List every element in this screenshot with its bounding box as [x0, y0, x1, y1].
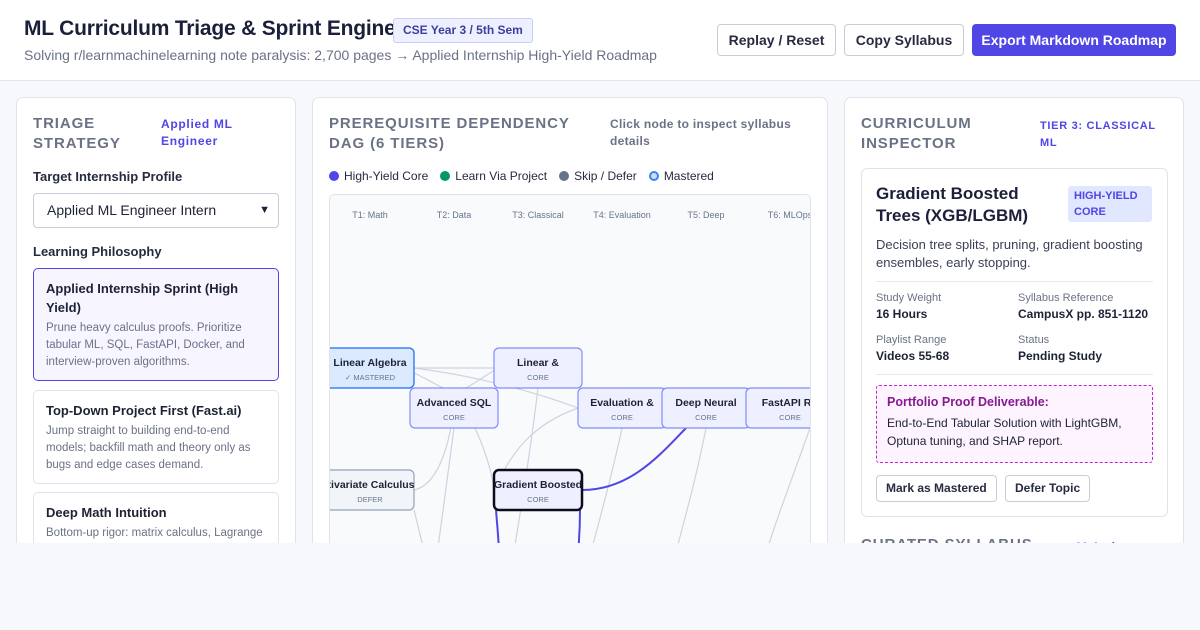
profile-tag: Applied ML Engineer — [161, 117, 233, 148]
legend-item-project: Learn Via Project — [440, 169, 547, 183]
node-advanced-sql[interactable]: Advanced SQL CORE — [409, 387, 499, 429]
node-status: CORE — [779, 413, 801, 422]
node-evaluation[interactable]: Evaluation & CORE — [577, 387, 667, 429]
philosophy-title: Top-Down Project First (Fast.ai) — [46, 403, 242, 418]
philosophy-label: Learning Philosophy — [33, 244, 162, 259]
core-dot-icon — [329, 171, 339, 181]
study-weight-label: Study Weight — [876, 292, 942, 304]
node-multivariate-calculus[interactable]: Multivariate Calculus DEFER — [330, 469, 415, 511]
edge — [589, 427, 623, 556]
tier-label: T1: Math — [352, 210, 388, 220]
profile-select-value: Applied ML Engineer Intern — [47, 202, 217, 218]
edge — [764, 427, 810, 556]
node-label: Evaluation & — [590, 397, 654, 409]
node-status: CORE — [611, 413, 633, 422]
node-label: Advanced SQL — [417, 397, 492, 409]
node-status: CORE — [695, 413, 717, 422]
legend-label: Learn Via Project — [455, 169, 548, 183]
node-gradient-boosted-selected[interactable]: Gradient Boosted CORE — [492, 468, 584, 512]
philosophy-desc: Prune heavy calculus proofs. Prioritize … — [46, 322, 245, 368]
node-label: Linear Algebra — [333, 357, 406, 369]
edge — [436, 427, 455, 556]
portfolio-deliverable: Portfolio Proof Deliverable: End-to-End … — [876, 385, 1153, 463]
tier-label: T6: MLOps — [768, 210, 811, 220]
node-status: CORE — [443, 413, 465, 422]
study-weight-value: 16 Hours — [876, 307, 928, 321]
philosophy-title: Deep Math Intuition — [46, 505, 167, 520]
legend-label: Skip / Defer — [574, 169, 637, 183]
node-label: FastAPI RE — [762, 397, 811, 409]
tier-label: T5: Deep — [687, 210, 724, 220]
node-linear-logistic[interactable]: Linear & CORE — [493, 347, 583, 389]
syllabus-ref-label: Syllabus Reference — [1018, 292, 1114, 304]
syllabus-ref-value: CampusX pp. 851-1120 — [1018, 307, 1149, 321]
philosophy-card-topdown[interactable]: Top-Down Project First (Fast.ai) Jump st… — [33, 390, 279, 484]
legend-item-core: High-Yield Core — [329, 169, 428, 183]
high-yield-badge: HIGH-YIELD CORE — [1068, 186, 1152, 222]
inspector-panel-title: CURRICULUM INSPECTOR — [861, 115, 972, 152]
chevron-down-icon: ▼ — [259, 204, 270, 216]
node-status: DEFER — [357, 495, 383, 504]
node-status: ✓ MASTERED — [345, 373, 396, 382]
page-background — [0, 543, 1200, 630]
edge — [674, 427, 707, 556]
legend-label: High-Yield Core — [344, 169, 429, 183]
tier-label: T4: Evaluation — [593, 210, 651, 220]
app-subtitle: Solving r/learnmachinelearning note para… — [24, 47, 657, 63]
dag-canvas[interactable]: T1: Math T2: Data T3: Classical T4: Eval… — [329, 194, 811, 556]
topic-description: Decision tree splits, pruning, gradient … — [876, 237, 1143, 270]
dag-panel: PREREQUISITE DEPENDENCY DAG (6 TIERS) Cl… — [312, 97, 828, 557]
app-header: ML Curriculum Triage & Sprint Engine CSE… — [0, 0, 1200, 81]
curriculum-inspector-panel: CURRICULUM INSPECTOR TIER 3: CLASSICAL M… — [844, 97, 1184, 557]
triage-strategy-panel: TRIAGE STRATEGY Applied ML Engineer Targ… — [16, 97, 296, 557]
tier-label: T3: Classical — [512, 210, 564, 220]
project-dot-icon — [440, 171, 451, 181]
export-markdown-button[interactable]: Export Markdown Roadmap — [972, 24, 1176, 56]
legend-item-mastered: Mastered — [648, 169, 714, 183]
philosophy-card-applied[interactable]: Applied Internship Sprint (High Yield) P… — [33, 268, 279, 381]
topic-detail-card: Gradient Boosted Trees (XGB/LGBM) HIGH-Y… — [861, 168, 1168, 517]
status-label: Status — [1018, 334, 1050, 346]
status-value: Pending Study — [1018, 349, 1102, 363]
topic-title: Gradient Boosted Trees (XGB/LGBM) — [876, 184, 1029, 225]
profile-label: Target Internship Profile — [33, 169, 183, 184]
node-status: CORE — [527, 495, 549, 504]
playlist-range-value: Videos 55-68 — [876, 349, 950, 363]
node-label: Gradient Boosted — [494, 479, 582, 491]
deliverable-text: End-to-End Tabular Solution with LightGB… — [887, 416, 1122, 448]
highlighted-edge — [581, 427, 687, 491]
playlist-range-label: Playlist Range — [876, 334, 947, 346]
mark-mastered-button[interactable]: Mark as Mastered — [876, 475, 997, 502]
philosophy-title: Applied Internship Sprint (High Yield) — [46, 281, 239, 315]
triage-panel-title: TRIAGE STRATEGY — [33, 115, 121, 152]
mastered-ring-icon — [648, 171, 659, 181]
tier-label: T2: Data — [437, 210, 472, 220]
node-fastapi[interactable]: FastAPI RE CORE — [745, 387, 811, 429]
node-label: Deep Neural — [675, 397, 736, 409]
legend-label: Mastered — [663, 169, 714, 183]
replay-reset-button[interactable]: Replay / Reset — [717, 24, 836, 56]
semester-badge: CSE Year 3 / 5th Sem — [393, 18, 533, 43]
dag-graph: T1: Math T2: Data T3: Classical T4: Eval… — [330, 210, 811, 556]
node-linear-algebra[interactable]: Linear Algebra ✓ MASTERED — [330, 347, 415, 389]
node-status: CORE — [527, 373, 549, 382]
node-deep-neural[interactable]: Deep Neural CORE — [661, 387, 751, 429]
legend-item-defer: Skip / Defer — [559, 169, 637, 183]
divider — [876, 281, 1153, 282]
dag-legend: High-Yield Core Learn Via Project Skip /… — [329, 169, 714, 183]
tier-tag: TIER 3: CLASSICAL ML — [1040, 120, 1156, 149]
deliverable-title: Portfolio Proof Deliverable: — [887, 395, 1049, 409]
philosophy-desc: Jump straight to building end-to-end mod… — [46, 425, 251, 471]
copy-syllabus-button[interactable]: Copy Syllabus — [844, 24, 964, 56]
node-label: Multivariate Calculus — [330, 479, 415, 491]
profile-select[interactable]: Applied ML Engineer Intern ▼ — [33, 193, 279, 228]
dag-panel-title: PREREQUISITE DEPENDENCY DAG (6 TIERS) — [329, 115, 570, 152]
divider — [876, 374, 1153, 375]
defer-topic-button[interactable]: Defer Topic — [1005, 475, 1091, 502]
dag-hint: Click node to inspect syllabus details — [610, 117, 792, 148]
app-title: ML Curriculum Triage & Sprint Engine — [24, 17, 396, 40]
philosophy-desc: Bottom-up rigor: matrix calculus, Lagran… — [46, 527, 263, 539]
defer-dot-icon — [559, 171, 570, 181]
node-label: Linear & — [517, 357, 559, 369]
